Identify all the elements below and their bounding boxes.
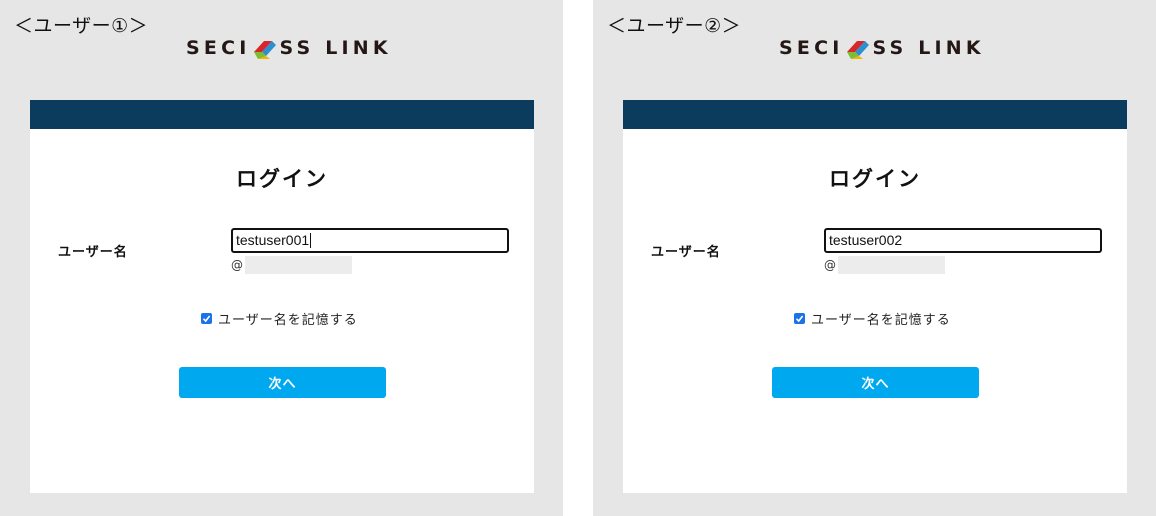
- logo-text-left: SECI: [186, 37, 251, 59]
- user-label: ＜ユーザー①＞: [14, 15, 149, 37]
- seciossl-link-logo: SECI SS LINK: [779, 33, 985, 63]
- login-card: ログイン ユーザー名 testuser001 @ ユーザー名を記憶する 次へ: [30, 129, 534, 493]
- text-caret: [310, 233, 312, 248]
- page-title: ログイン: [829, 167, 921, 191]
- login-card: ログイン ユーザー名 testuser002 @ ユーザー名を記憶する 次へ: [623, 129, 1127, 493]
- check-icon: [795, 315, 804, 323]
- next-button[interactable]: 次へ: [772, 367, 979, 398]
- remember-checkbox[interactable]: [794, 313, 805, 324]
- check-icon: [202, 315, 211, 323]
- username-label: ユーザー名: [651, 245, 721, 260]
- login-screenshot-user1: ＜ユーザー①＞ SECI SS LINK ログイン ユーザー名 testuser…: [0, 0, 563, 516]
- redacted-domain: [838, 256, 945, 274]
- logo-text-right: SS LINK: [279, 37, 392, 59]
- logo-mark-icon: [254, 41, 277, 59]
- logo-text-left: SECI: [779, 37, 844, 59]
- login-screenshot-user2: ＜ユーザー②＞ SECI SS LINK ログイン ユーザー名 testuser…: [593, 0, 1156, 516]
- user-label: ＜ユーザー②＞: [607, 15, 742, 37]
- remember-label: ユーザー名を記憶する: [811, 313, 951, 328]
- username-label: ユーザー名: [58, 245, 128, 260]
- remember-username-row[interactable]: ユーザー名を記憶する: [794, 309, 951, 328]
- username-value: testuser002: [829, 232, 903, 248]
- page-title: ログイン: [236, 167, 328, 191]
- remember-checkbox[interactable]: [201, 313, 212, 324]
- username-input[interactable]: testuser001: [231, 228, 509, 253]
- logo-mark-icon: [847, 41, 870, 59]
- username-input[interactable]: testuser002: [824, 228, 1102, 253]
- remember-username-row[interactable]: ユーザー名を記憶する: [201, 309, 358, 328]
- domain-prefix: @: [231, 258, 243, 272]
- card-header: [623, 100, 1127, 129]
- domain-prefix: @: [824, 258, 836, 272]
- seciossl-link-logo: SECI SS LINK: [186, 33, 392, 63]
- domain-row: @: [824, 256, 945, 274]
- redacted-domain: [245, 256, 352, 274]
- logo-text-right: SS LINK: [872, 37, 985, 59]
- username-value: testuser001: [236, 232, 310, 248]
- domain-row: @: [231, 256, 352, 274]
- remember-label: ユーザー名を記憶する: [218, 313, 358, 328]
- card-header: [30, 100, 534, 129]
- next-button[interactable]: 次へ: [179, 367, 386, 398]
